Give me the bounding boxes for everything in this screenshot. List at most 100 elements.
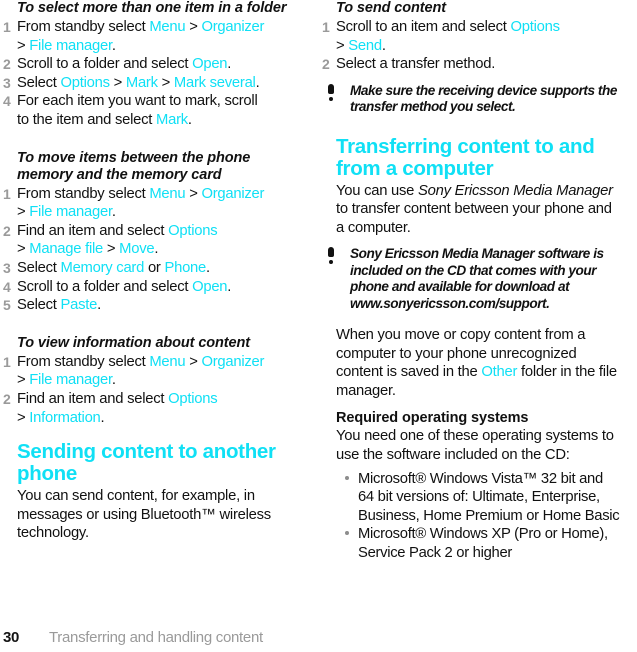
- step-number: 2: [3, 56, 11, 73]
- tip-note-receiving-device: Make sure the receiving device supports …: [328, 83, 622, 116]
- step-continuation: > Send.: [336, 37, 622, 56]
- subsection-body-required-os: You need one of these operating systems …: [336, 428, 614, 463]
- step-text-fragment: Scroll to a folder and select: [17, 56, 193, 73]
- separator: >: [17, 241, 30, 258]
- tip-note-media-manager-cd: Sony Ericsson Media Manager software is …: [328, 246, 622, 312]
- section-heading-transferring-content: Transferring content to and from a compu…: [336, 134, 595, 180]
- step-number: 3: [3, 259, 11, 276]
- keyword: Other: [481, 364, 518, 381]
- body-fragment: to transfer content between your phone a…: [336, 201, 612, 236]
- step-text: Scroll to a folder and select Open.: [17, 279, 231, 295]
- period: .: [255, 74, 260, 91]
- separator: >: [109, 74, 126, 91]
- steps-send-content: 1 Scroll to an item and select Options > …: [322, 18, 622, 74]
- step-item: 4 For each item you want to mark, scroll…: [3, 92, 303, 129]
- list-item: Microsoft® Windows XP (Pro or Home), Ser…: [322, 525, 622, 562]
- period: .: [227, 278, 232, 295]
- step-text-fragment: From standby select: [17, 185, 150, 202]
- step-text-fragment: Find an item and select: [17, 222, 169, 239]
- list-item: Microsoft® Windows Vista™ 32 bit and 64 …: [322, 470, 622, 526]
- keyword: Memory card: [60, 259, 145, 276]
- step-number: 4: [3, 93, 11, 110]
- step-text: From standby select Menu > Organizer > Fi…: [17, 354, 303, 390]
- keyword: Menu: [149, 19, 186, 35]
- body-fragment: You can use: [336, 182, 419, 199]
- step-text: Select Memory card or Phone.: [17, 260, 210, 276]
- period: .: [111, 204, 116, 221]
- keyword: File manager: [29, 37, 112, 54]
- period: .: [154, 241, 159, 258]
- keyword: Send: [348, 37, 382, 54]
- step-continuation: > File manager.: [17, 203, 303, 222]
- separator: >: [185, 19, 202, 35]
- step-continuation: > Information.: [17, 409, 303, 428]
- keyword: Information: [29, 409, 101, 426]
- step-text-fragment: Scroll to an item and select: [336, 19, 511, 35]
- section-body-sending-content: You can send content, for example, in me…: [17, 488, 271, 542]
- step-item: 4 Scroll to a folder and select Open.: [3, 278, 303, 297]
- keyword: Options: [168, 390, 218, 407]
- step-number: 1: [3, 19, 11, 35]
- keyword: Mark: [125, 74, 158, 91]
- step-item: 1 From standby select Menu > Organizer > …: [3, 353, 303, 390]
- step-number: 2: [322, 56, 330, 73]
- step-text: Find an item and select Options > Manage …: [17, 223, 303, 259]
- period: .: [97, 297, 101, 314]
- keyword: Options: [60, 74, 111, 91]
- step-text-fragment: Scroll to a folder and select: [17, 278, 193, 295]
- keyword: Organizer: [201, 19, 265, 35]
- keyword: Organizer: [201, 353, 265, 370]
- step-text-fragment: For each item you want to mark, scroll: [17, 93, 258, 110]
- step-text-fragment: Find an item and select: [17, 390, 169, 407]
- step-item: 2 Select a transfer method.: [322, 55, 622, 74]
- product-name: Sony Ericsson Media Manager: [418, 182, 613, 199]
- period: .: [111, 372, 116, 389]
- section-body-transferring-content: You can use Sony Ericsson Media Manager …: [336, 182, 622, 238]
- period: .: [187, 111, 192, 128]
- step-item: 2 Find an item and select Options > Manag…: [3, 222, 303, 259]
- separator: >: [185, 353, 202, 370]
- step-continuation: > File manager.: [17, 371, 303, 390]
- page-number: 30: [3, 629, 20, 646]
- step-item: 5 Select Paste.: [3, 296, 303, 315]
- step-number: 2: [3, 390, 11, 407]
- steps-view-information: 1 From standby select Menu > Organizer > …: [3, 353, 303, 427]
- section-heading-sending-content: Sending content to another phone: [17, 440, 276, 486]
- keyword: Options: [510, 19, 561, 35]
- step-text: Select Options > Mark > Mark several.: [17, 74, 260, 91]
- keyword: Manage file: [29, 241, 104, 258]
- paragraph-other-folder: When you move or copy content from a com…: [336, 326, 622, 400]
- step-text: From standby select Menu > Organizer > Fi…: [17, 19, 303, 55]
- procedure-title-view-information: To view information about content: [17, 334, 250, 351]
- step-item: 1 Scroll to an item and select Options > …: [322, 18, 622, 55]
- step-text-fragment: Select: [17, 297, 61, 314]
- step-text: For each item you want to mark, scroll to…: [17, 93, 303, 129]
- procedure-title-select-multiple: To select more than one item in a folder: [17, 0, 287, 16]
- step-text: Scroll to a folder and select Open.: [17, 56, 231, 72]
- step-item: 2 Scroll to a folder and select Open.: [3, 55, 303, 74]
- step-text: From standby select Menu > Organizer > Fi…: [17, 186, 303, 222]
- step-text-fragment: Select: [17, 259, 61, 276]
- step-text: Select Paste.: [17, 297, 101, 313]
- separator: >: [157, 74, 174, 91]
- separator: >: [336, 37, 349, 54]
- keyword: Paste: [60, 297, 98, 314]
- keyword: Open: [192, 56, 228, 73]
- list-item-label: Microsoft® Windows Vista™ 32 bit and 64 …: [358, 470, 620, 524]
- keyword: Open: [192, 278, 228, 295]
- procedure-title-move-items: To move items between the phone memory a…: [17, 149, 251, 183]
- step-text-fragment: Select: [17, 74, 61, 91]
- period: .: [381, 37, 386, 54]
- step-number: 1: [3, 185, 11, 202]
- step-number: 5: [3, 297, 11, 314]
- procedure-title-send-content: To send content: [336, 0, 446, 16]
- separator: or: [144, 259, 165, 276]
- manual-page: To select more than one item in a folder…: [0, 0, 637, 652]
- exclamation-icon: [328, 83, 334, 101]
- step-continuation: > File manager.: [17, 37, 303, 56]
- separator: >: [17, 409, 30, 426]
